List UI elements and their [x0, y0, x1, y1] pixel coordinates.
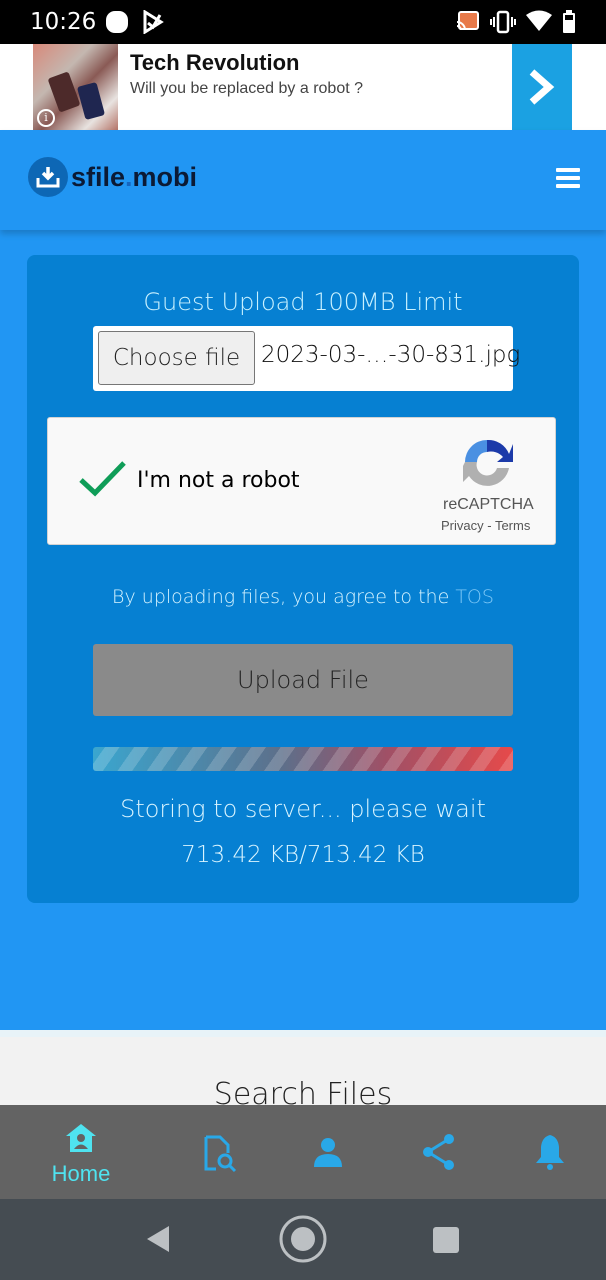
upload-progress-fill	[93, 747, 513, 771]
nav-home-label: Home	[51, 1161, 111, 1186]
upload-size-text: 713.42 KB/713.42 KB	[181, 842, 425, 868]
file-search-icon	[204, 1135, 237, 1173]
back-icon[interactable]	[145, 1224, 171, 1254]
nav-home[interactable]: Home	[31, 1105, 131, 1199]
chevron-right-icon	[529, 69, 555, 105]
cast-icon	[456, 11, 479, 31]
nav-profile[interactable]	[278, 1105, 378, 1199]
user-icon	[314, 1138, 342, 1167]
notification-dot-icon	[106, 11, 128, 33]
nav-share[interactable]	[390, 1105, 490, 1199]
recaptcha-logo-icon	[463, 439, 513, 486]
selected-file-name: 2023-03-…-30-831.jpg	[261, 342, 521, 368]
checkmark-icon[interactable]	[78, 458, 128, 498]
ad-thumbnail[interactable]: i	[33, 44, 118, 130]
hamburger-menu-icon[interactable]	[556, 168, 580, 188]
upload-card: Guest Upload 100MB Limit Choose file 202…	[27, 255, 579, 903]
ad-info-icon[interactable]: i	[37, 109, 55, 127]
tos-link[interactable]: TOS	[455, 586, 494, 608]
recaptcha-label: I'm not a robot	[137, 468, 300, 493]
home-icon	[66, 1124, 96, 1152]
wifi-icon	[526, 10, 552, 31]
ad-open-button[interactable]	[512, 44, 572, 130]
recaptcha-widget: I'm not a robot reCAPTCHA Privacy - Term…	[47, 417, 556, 545]
nav-file-search[interactable]	[169, 1105, 269, 1199]
nav-notifications[interactable]	[500, 1105, 600, 1199]
logo-text: sfile.mobi	[71, 161, 198, 192]
upload-limit-heading: Guest Upload 100MB Limit	[143, 288, 463, 316]
status-bar: 10:26	[0, 0, 606, 44]
vibrate-icon	[490, 10, 516, 34]
search-section: Search Files	[0, 1030, 606, 1105]
home-button-icon[interactable]	[278, 1214, 328, 1264]
upload-file-button[interactable]: Upload File	[93, 644, 513, 716]
battery-icon	[563, 10, 575, 33]
site-logo[interactable]: sfile.mobi	[28, 157, 197, 197]
download-logo-icon	[28, 157, 68, 197]
recaptcha-brand: reCAPTCHA	[443, 496, 534, 513]
upload-status-text: Storing to server... please wait	[120, 795, 486, 823]
recents-icon[interactable]	[432, 1226, 460, 1254]
system-navigation-bar	[0, 1199, 606, 1280]
privacy-link[interactable]: Privacy	[441, 518, 484, 533]
file-input[interactable]: Choose file 2023-03-…-30-831.jpg	[93, 326, 520, 391]
upload-progress-bar	[93, 747, 513, 771]
bottom-navigation: Home	[0, 1105, 606, 1199]
ad-title[interactable]: Tech Revolution	[130, 50, 300, 76]
site-header: sfile.mobi	[0, 130, 606, 230]
status-time: 10:26	[30, 9, 97, 35]
bell-icon	[536, 1135, 564, 1170]
share-icon	[423, 1134, 454, 1170]
ad-banner[interactable]: i Tech Revolution Will you be replaced b…	[0, 44, 606, 130]
search-files-heading: Search Files	[213, 1077, 393, 1105]
terms-link[interactable]: Terms	[495, 518, 530, 533]
recaptcha-links: Privacy - Terms	[441, 518, 531, 533]
tos-notice: By uploading files, you agree to the TOS	[112, 586, 494, 608]
choose-file-button[interactable]: Choose file	[98, 331, 255, 385]
ad-subtitle: Will you be replaced by a robot ?	[130, 80, 364, 97]
play-store-icon	[143, 10, 164, 34]
